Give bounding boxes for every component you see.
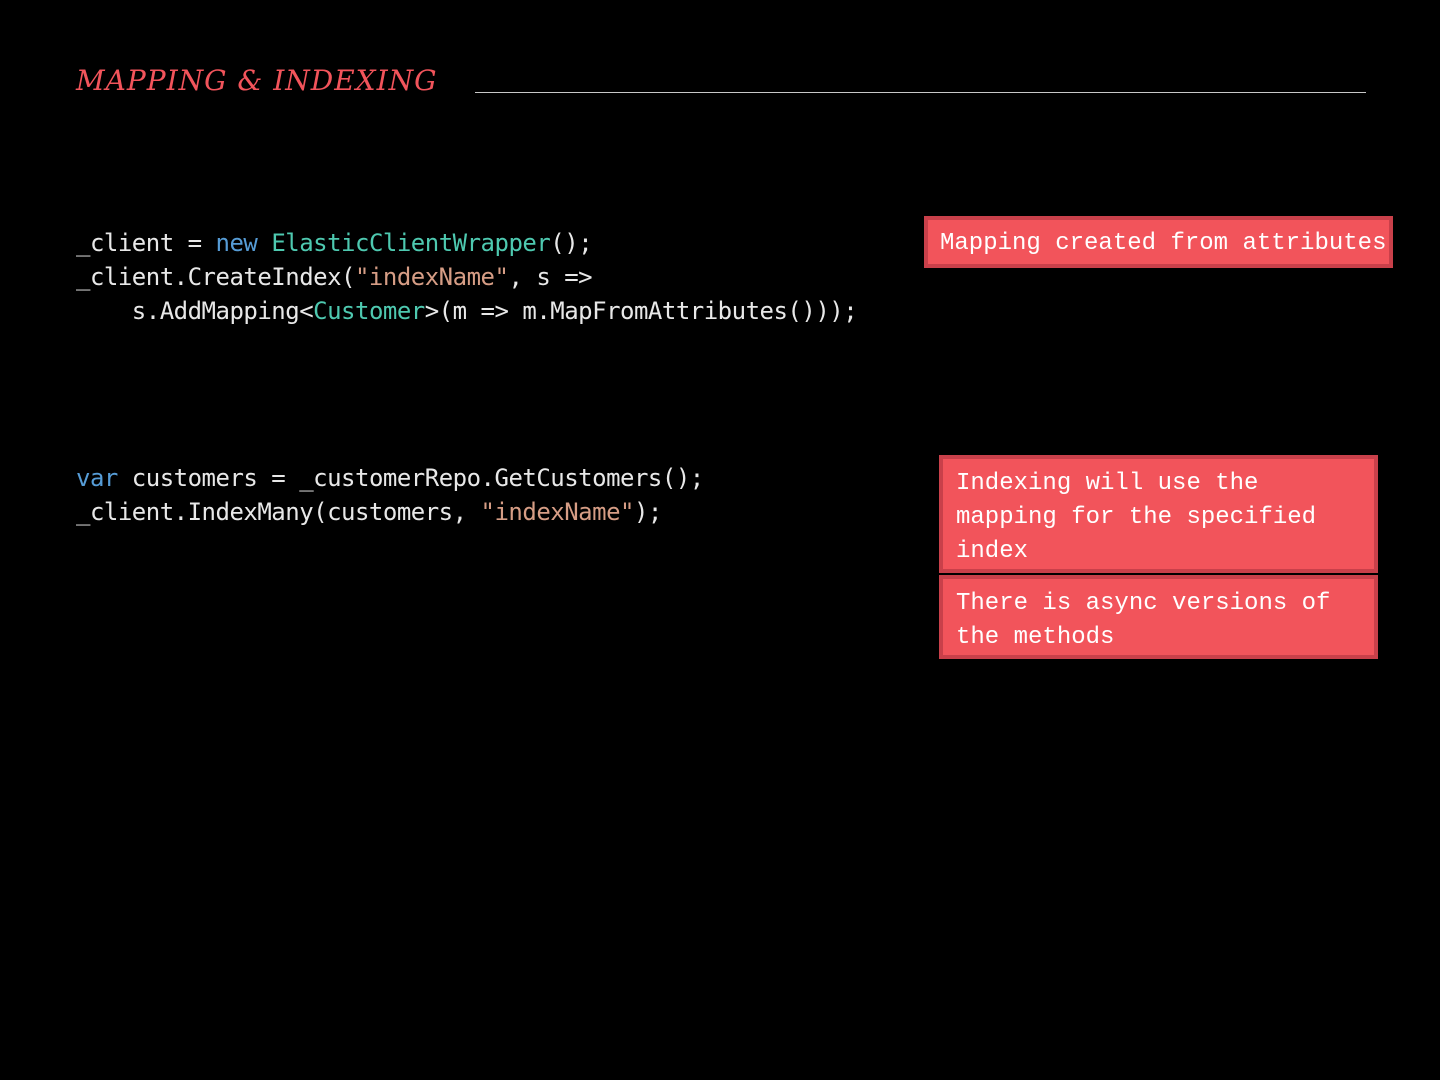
code-token-plain: , s => (508, 263, 593, 291)
callout-async-methods: There is async versions of the methods (939, 575, 1378, 659)
code-token-plain: customers = _customerRepo.GetCustomers()… (117, 464, 704, 492)
slide-title: MAPPING & INDEXING (76, 64, 438, 97)
code-line: var customers = _customerRepo.GetCustome… (76, 461, 704, 495)
code-token-plain: _client = (76, 229, 216, 257)
callout-indexing-mapping: Indexing will use the mapping for the sp… (939, 455, 1378, 573)
callout-mapping-attributes: Mapping created from attributes (924, 216, 1393, 268)
code-token-str: "indexName" (480, 498, 635, 526)
code-line: _client = new ElasticClientWrapper(); (76, 226, 857, 260)
code-line: _client.CreateIndex("indexName", s => (76, 260, 857, 294)
code-token-type: ElasticClientWrapper (271, 229, 551, 257)
code-line: _client.IndexMany(customers, "indexName"… (76, 495, 704, 529)
code-token-kw: var (76, 464, 118, 492)
code-token-str: "indexName" (354, 263, 509, 291)
code-token-type: Customer (313, 297, 425, 325)
code-line: s.AddMapping<Customer>(m => m.MapFromAtt… (76, 294, 858, 328)
title-divider (475, 92, 1366, 93)
code-token-plain: (); (550, 229, 593, 257)
code-block-index-many: var customers = _customerRepo.GetCustome… (76, 461, 704, 529)
code-token-plain: _client.CreateIndex( (76, 263, 355, 291)
code-token-plain: ); (633, 498, 662, 526)
code-token-plain: >(m => m.MapFromAttributes())); (424, 297, 858, 325)
code-block-create-index: _client = new ElasticClientWrapper(); _cl… (76, 226, 858, 328)
code-token-kw: new (215, 229, 258, 257)
code-token-plain: _client.IndexMany(customers, (76, 498, 481, 526)
code-token-plain: s.AddMapping< (76, 297, 314, 325)
